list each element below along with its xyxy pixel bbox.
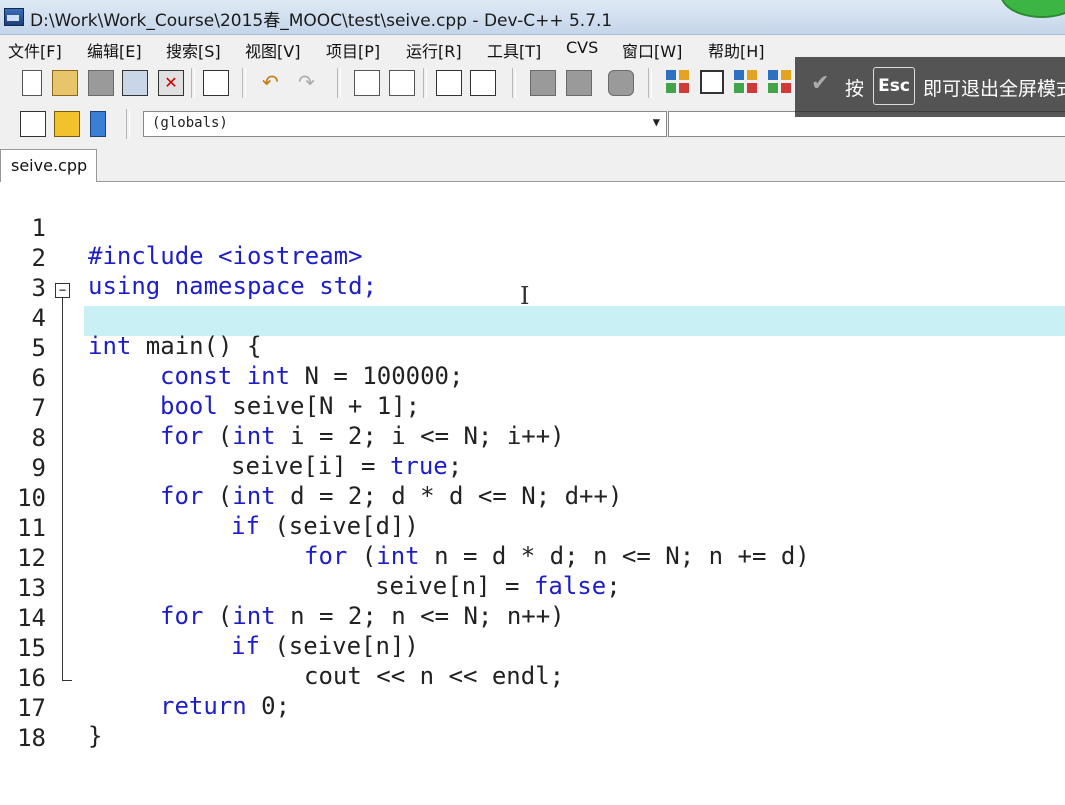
code-token: } [88,722,103,750]
toggle-bookmark-icon[interactable] [54,111,80,137]
window-title: D:\Work\Work_Course\2015春_MOOC\test\seiv… [30,11,613,31]
indent-icon[interactable] [470,70,496,96]
find-icon[interactable] [354,70,380,96]
menu-file[interactable]: 文件[F] [8,38,62,62]
code-line: 15 cout << n << endl; [0,606,1065,690]
code-line: 3 [0,246,1065,302]
menu-run[interactable]: 运行[R] [406,38,462,62]
code-line: 4 int main() { [0,276,1065,360]
menu-project[interactable]: 项目[P] [326,38,380,62]
window-icon[interactable] [700,70,724,94]
code-line: 1 #include <iostream> [0,186,1065,270]
devcpp-app-icon [4,8,24,26]
line-code: } [88,722,102,750]
notice-press-text: 按 [845,78,865,100]
file-tab-strip: seive.cpp [0,145,1065,182]
code-line: 9 for (int d = 2; d * d <= N; d++) [0,426,1065,510]
menu-edit[interactable]: 编辑[E] [87,38,142,62]
title-bar: D:\Work\Work_Course\2015春_MOOC\test\seiv… [0,0,1065,35]
toolbar-separator [191,68,195,98]
replace-icon[interactable] [389,70,415,96]
tab-seive-cpp[interactable]: seive.cpp [0,149,97,182]
toolbar-separator [242,68,246,98]
code-line: 16 return 0; [0,636,1065,720]
new-file-icon[interactable] [22,70,42,96]
open-file-icon[interactable] [52,70,78,96]
code-line: 12 seive[n] = false; [0,516,1065,600]
toolbar-separator [126,109,130,139]
run-icon[interactable] [566,70,592,96]
tab-label: seive.cpp [11,156,88,175]
undo-icon[interactable]: ↶ [262,70,286,94]
code-line: 7 for (int i = 2; i <= N; i++) [0,366,1065,450]
tile-icon[interactable] [768,70,792,94]
goto-line-icon[interactable] [436,70,462,96]
code-line: 8 seive[i] = true; [0,396,1065,480]
layout-grid-icon[interactable] [666,70,690,94]
class-browser-icon[interactable] [734,70,758,94]
close-file-icon[interactable]: ✕ [158,70,184,96]
code-line: 5 const int N = 100000; [0,306,1065,390]
menu-search[interactable]: 搜索[S] [166,38,221,62]
scope-select-value: (globals) [152,115,228,131]
toolbar-separator [648,68,652,98]
menu-view[interactable]: 视图[V] [245,38,300,62]
compile-icon[interactable] [530,70,556,96]
debug-icon[interactable] [608,70,634,96]
toolbar-separator [423,68,427,98]
save-icon[interactable] [88,70,114,96]
scope-select[interactable]: (globals) ▼ [143,111,667,137]
recording-indicator-icon [1000,0,1065,18]
print-icon[interactable] [203,70,229,96]
code-editor[interactable]: − I 1 #include <iostream> 2 using namesp… [0,182,1065,805]
toolbar-separator [512,68,516,98]
code-line: 13 for (int n = 2; n <= N; n++) [0,546,1065,630]
code-line: 18 [0,696,1065,752]
check-icon: ✔ [811,71,830,96]
code-line: 11 for (int n = d * d; n <= N; n += d) [0,486,1065,570]
menu-tools[interactable]: 工具[T] [487,38,541,62]
code-line: 2 using namespace std; [0,216,1065,300]
fullscreen-notice: ✔ 按 Esc 即可退出全屏模式 [795,57,1065,117]
code-line: 6 bool seive[N + 1]; [0,336,1065,420]
toolbar-separator [337,68,341,98]
esc-key-badge: Esc [873,67,915,105]
menu-help[interactable]: 帮助[H] [708,38,765,62]
insert-icon[interactable] [20,111,46,137]
code-line: 10 if (seive[d]) [0,456,1065,540]
line-number: 18 [17,724,46,752]
menu-window[interactable]: 窗口[W] [622,38,682,62]
goto-bookmark-icon[interactable] [90,111,106,137]
menu-cvs[interactable]: CVS [566,38,598,57]
redo-icon[interactable]: ↷ [298,70,322,94]
notice-message: 即可退出全屏模式 [923,78,1065,100]
code-line: 14 if (seive[n]) [0,576,1065,660]
save-all-icon[interactable] [122,70,148,96]
chevron-down-icon: ▼ [652,115,660,129]
code-line: 17 } [0,666,1065,750]
